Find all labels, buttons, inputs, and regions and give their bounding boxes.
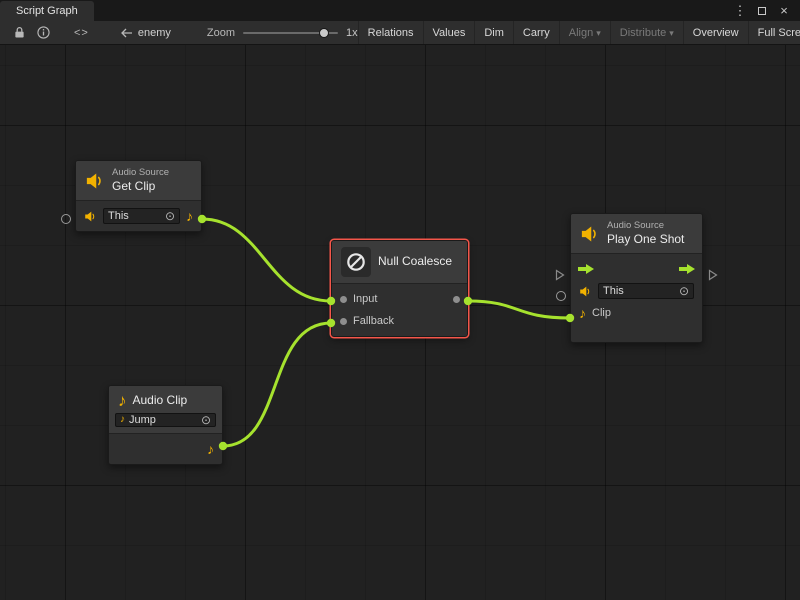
- clip-note-icon: ♪: [579, 306, 586, 320]
- audio-clip-field[interactable]: ♪ Jump ⊙: [115, 413, 216, 427]
- wire-audioclip-to-fallback[interactable]: [223, 323, 331, 446]
- clip-value: Jump: [129, 414, 156, 426]
- fallback-port-label: Fallback: [353, 315, 394, 327]
- output-port-row: ♪: [109, 438, 222, 460]
- fallback-port-row: Fallback: [332, 310, 467, 332]
- unity-window: Script Graph ⋮ × <>: [0, 0, 800, 600]
- fallback-port[interactable]: [340, 318, 347, 325]
- this-dropdown[interactable]: This ⊙: [103, 208, 180, 224]
- fullscreen-button[interactable]: Full Screen: [748, 21, 800, 44]
- this-dropdown[interactable]: This ⊙: [598, 283, 694, 299]
- node-title: Null Coalesce: [378, 254, 452, 270]
- info-icon[interactable]: [31, 26, 56, 39]
- code-view-icon[interactable]: <>: [68, 27, 95, 39]
- audio-clip-icon: ♪: [118, 392, 127, 409]
- control-flow-row: [571, 258, 702, 280]
- audioclip-output-icon: ♪: [186, 209, 193, 223]
- values-button[interactable]: Values: [423, 21, 475, 44]
- maximize-icon[interactable]: [754, 4, 770, 17]
- this-port-row: This ⊙: [571, 280, 702, 302]
- lock-icon[interactable]: [8, 26, 31, 39]
- flow-out-arrow-icon[interactable]: [679, 264, 695, 274]
- zoom-value: 1x: [346, 27, 358, 39]
- tab-bar: Script Graph ⋮ ×: [0, 0, 800, 21]
- carry-button[interactable]: Carry: [513, 21, 559, 44]
- zoom-control: Zoom 1x: [207, 27, 358, 39]
- node-body: ♪: [109, 434, 222, 464]
- node-title: Get Clip: [112, 179, 169, 195]
- overview-button[interactable]: Overview: [683, 21, 748, 44]
- object-picker-icon[interactable]: ⊙: [201, 414, 211, 426]
- graph-breadcrumb[interactable]: enemy: [121, 27, 171, 39]
- node-title: Play One Shot: [607, 232, 684, 248]
- speaker-icon: [579, 285, 592, 298]
- graph-canvas[interactable]: Audio Source Get Clip This ⊙ ♪: [0, 45, 800, 600]
- graph-toolbar: <> enemy Zoom 1x Relations Values Dim Ca…: [0, 21, 800, 45]
- wire-getclip-to-input[interactable]: [202, 219, 331, 301]
- close-icon[interactable]: ×: [776, 4, 792, 17]
- audioclip-output-icon: ♪: [207, 442, 214, 456]
- this-input-port[interactable]: [556, 291, 566, 301]
- dropdown-arrow-icon: ▾: [669, 28, 674, 39]
- zoom-slider-knob[interactable]: [319, 28, 329, 38]
- distribute-button[interactable]: Distribute ▾: [610, 21, 683, 44]
- object-picker-icon[interactable]: ⊙: [165, 210, 175, 222]
- node-title: Audio Clip: [133, 393, 188, 409]
- node-subtitle: Audio Source: [112, 167, 169, 179]
- node-body: This ⊙ ♪ Clip: [571, 254, 702, 328]
- wire-result-to-clip[interactable]: [468, 301, 570, 318]
- flow-in-arrow-icon[interactable]: [578, 264, 594, 274]
- zoom-slider[interactable]: [243, 32, 338, 34]
- node-null-coalesce[interactable]: Null Coalesce Input Fallback: [331, 240, 468, 337]
- null-coalesce-icon: [341, 247, 371, 277]
- relations-button[interactable]: Relations: [358, 21, 423, 44]
- audio-source-icon: [85, 171, 105, 191]
- node-header: Audio Source Play One Shot: [571, 214, 702, 254]
- result-port[interactable]: [453, 296, 460, 303]
- dim-button[interactable]: Dim: [474, 21, 513, 44]
- control-in-port[interactable]: [555, 269, 565, 281]
- zoom-label: Zoom: [207, 27, 235, 39]
- node-header: Audio Source Get Clip: [76, 161, 201, 201]
- node-header: ♪ Audio Clip ♪ Jump ⊙: [109, 386, 222, 434]
- align-button[interactable]: Align ▾: [559, 21, 610, 44]
- toolbar-buttons: Relations Values Dim Carry Align ▾ Distr…: [358, 21, 800, 44]
- tab-script-graph[interactable]: Script Graph: [0, 1, 94, 21]
- window-controls: ⋮ ×: [732, 0, 800, 21]
- control-out-port[interactable]: [708, 269, 718, 281]
- input-port-label: Input: [353, 293, 377, 305]
- audio-source-icon: [580, 224, 600, 244]
- node-body: This ⊙ ♪: [76, 201, 201, 231]
- back-arrow-icon: [121, 28, 133, 38]
- node-play-one-shot[interactable]: Audio Source Play One Shot: [570, 213, 703, 343]
- input-port-row: Input: [332, 288, 467, 310]
- node-get-clip[interactable]: Audio Source Get Clip This ⊙ ♪: [75, 160, 202, 232]
- tab-title: Script Graph: [16, 5, 78, 17]
- node-subtitle: Audio Source: [607, 220, 684, 232]
- graph-name: enemy: [138, 27, 171, 39]
- node-audio-clip[interactable]: ♪ Audio Clip ♪ Jump ⊙ ♪: [108, 385, 223, 465]
- menu-kebab-icon[interactable]: ⋮: [732, 4, 748, 17]
- node-body: Input Fallback: [332, 284, 467, 336]
- clip-port-label: Clip: [592, 307, 611, 319]
- this-port-row: This ⊙ ♪: [76, 205, 201, 227]
- dropdown-arrow-icon: ▾: [596, 28, 601, 39]
- clip-note-icon: ♪: [120, 415, 125, 425]
- speaker-icon: [84, 210, 97, 223]
- input-port[interactable]: [340, 296, 347, 303]
- object-picker-icon[interactable]: ⊙: [679, 285, 689, 297]
- this-input-port[interactable]: [61, 214, 71, 224]
- node-header: Null Coalesce: [332, 241, 467, 284]
- maximize-glyph: [758, 7, 766, 15]
- clip-port-row: ♪ Clip: [571, 302, 702, 324]
